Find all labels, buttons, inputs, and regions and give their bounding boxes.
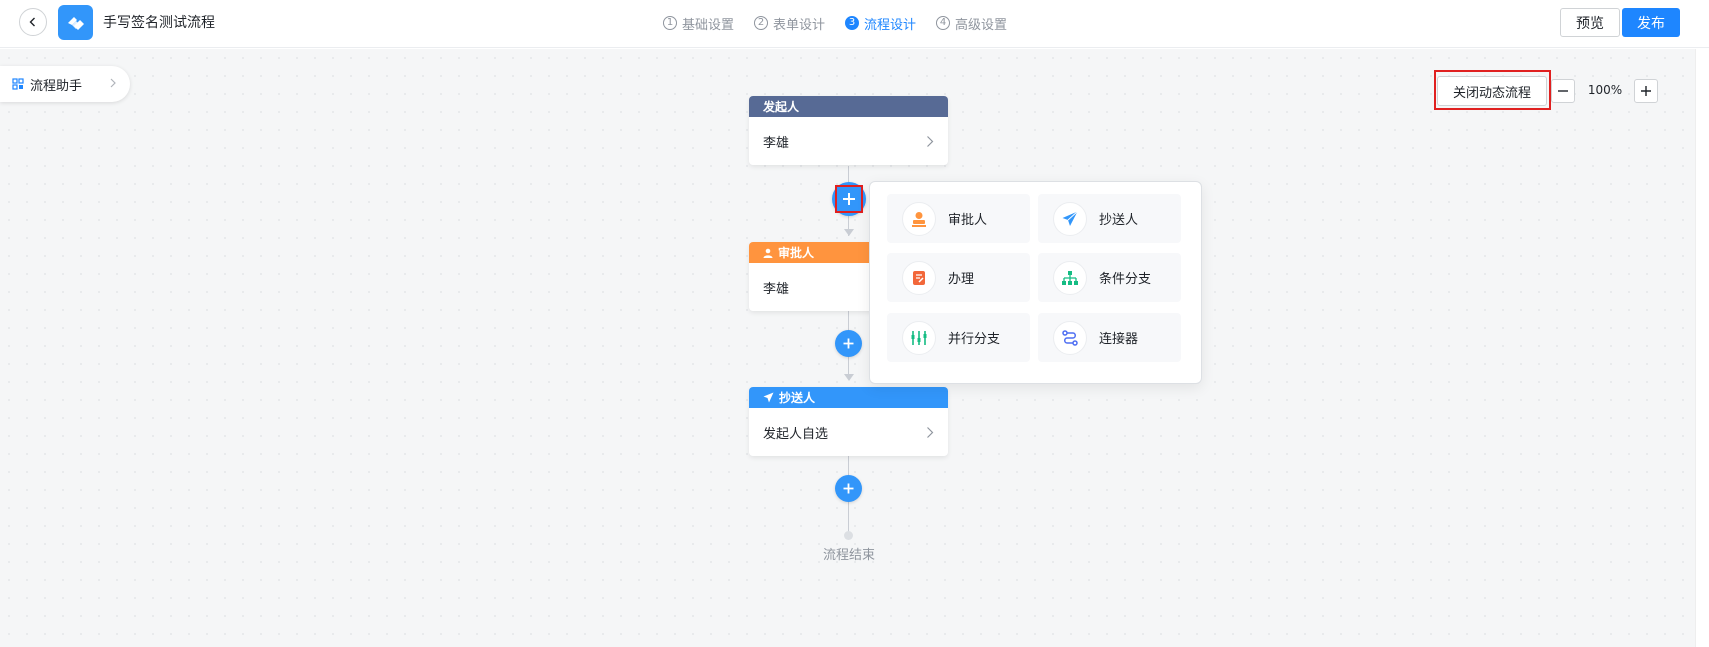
menu-item-label: 条件分支 [1099, 272, 1152, 287]
menu-item-approver[interactable]: 审批人 [887, 194, 1030, 243]
step-tabs: 1 基础设置 2 表单设计 3 流程设计 4 高级设置 [663, 12, 1007, 34]
handshake-icon [67, 16, 84, 30]
add-node-button-active[interactable] [832, 182, 866, 216]
node-value: 李雄 [763, 281, 790, 297]
initiator-node[interactable]: 发起人 李雄 [749, 96, 948, 165]
step-number: 1 [663, 16, 677, 30]
add-node-button[interactable] [835, 475, 862, 502]
node-body: 李雄 [749, 117, 948, 165]
chevron-right-icon [110, 78, 116, 88]
menu-item-label: 并行分支 [948, 332, 1001, 347]
top-header: 手写签名测试流程 1 基础设置 2 表单设计 3 流程设计 4 高级设置 预览 … [0, 0, 1709, 48]
menu-item-condition-branch[interactable]: 条件分支 [1038, 253, 1181, 302]
tab-label: 流程设计 [864, 17, 917, 33]
zoom-in-button[interactable] [1634, 79, 1658, 103]
tab-label: 基础设置 [682, 17, 735, 33]
minus-icon [1558, 90, 1568, 92]
menu-item-label: 连接器 [1099, 332, 1139, 347]
zoom-level: 100% [1587, 83, 1623, 97]
connector-arrow [844, 229, 854, 236]
publish-button[interactable]: 发布 [1622, 8, 1680, 37]
node-title: 抄送人 [779, 391, 816, 405]
zoom-out-button[interactable] [1551, 79, 1575, 103]
menu-item-label: 审批人 [948, 213, 988, 228]
node-header: 抄送人 [749, 387, 948, 408]
flow-assistant-button[interactable]: 流程助手 [0, 66, 130, 102]
node-title: 发起人 [763, 100, 800, 114]
app-logo [58, 5, 93, 40]
node-header: 发起人 [749, 96, 948, 117]
step-number: 3 [845, 16, 860, 30]
assistant-grid-icon [12, 78, 24, 90]
preview-button[interactable]: 预览 [1560, 8, 1620, 37]
menu-item-label: 办理 [948, 272, 975, 287]
node-value: 发起人自选 [763, 426, 829, 442]
chevron-left-icon [29, 17, 35, 27]
scrollbar[interactable] [1695, 49, 1709, 647]
menu-item-label: 抄送人 [1099, 213, 1139, 228]
menu-item-parallel-branch[interactable]: 并行分支 [887, 313, 1030, 362]
tab-advanced-settings[interactable]: 4 高级设置 [936, 12, 1007, 34]
approver-icon [902, 201, 936, 236]
handle-icon [902, 260, 936, 295]
add-node-popover: 审批人 抄送人 办理 条件分支 并行分支 连接器 [869, 181, 1202, 384]
flow-end-label: 流程结束 [822, 548, 875, 563]
user-icon [763, 248, 773, 258]
connector-arrow [844, 374, 854, 381]
condition-branch-icon [1053, 260, 1087, 295]
cc-send-icon [1053, 201, 1087, 236]
send-icon [763, 392, 774, 403]
menu-item-handle[interactable]: 办理 [887, 253, 1030, 302]
node-body: 发起人自选 [749, 408, 948, 456]
plus-icon [843, 483, 854, 494]
add-node-button[interactable] [835, 330, 862, 357]
menu-item-cc[interactable]: 抄送人 [1038, 194, 1181, 243]
tab-label: 表单设计 [773, 17, 826, 33]
assistant-label: 流程助手 [30, 78, 83, 94]
tab-basic-settings[interactable]: 1 基础设置 [663, 12, 734, 34]
flow-end-dot [844, 531, 853, 540]
chevron-right-icon [927, 136, 934, 147]
node-value: 李雄 [763, 135, 790, 151]
node-title: 审批人 [778, 246, 815, 260]
close-dynamic-flow-button[interactable]: 关闭动态流程 [1437, 76, 1547, 106]
plus-icon [843, 193, 855, 205]
parallel-branch-icon [902, 320, 936, 355]
step-number: 4 [936, 16, 951, 30]
chevron-right-icon [927, 427, 934, 438]
cc-node[interactable]: 抄送人 发起人自选 [749, 387, 948, 456]
tab-flow-design[interactable]: 3 流程设计 [845, 12, 916, 34]
plus-icon [843, 338, 854, 349]
plus-icon [1641, 86, 1651, 96]
connector-icon [1053, 320, 1087, 355]
menu-item-connector[interactable]: 连接器 [1038, 313, 1181, 362]
app-title: 手写签名测试流程 [103, 15, 215, 31]
back-button[interactable] [19, 8, 47, 36]
tab-label: 高级设置 [955, 17, 1008, 33]
step-number: 2 [754, 16, 769, 30]
tab-form-design[interactable]: 2 表单设计 [754, 12, 825, 34]
